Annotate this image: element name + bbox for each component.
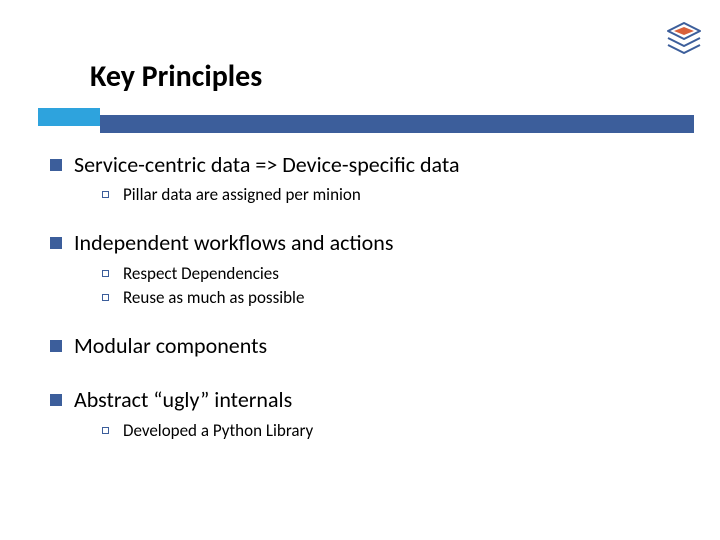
sub-bullet-text: Reuse as much as possible <box>123 287 304 309</box>
square-bullet-icon <box>50 237 62 249</box>
slide: Key Principles Service-centric data => D… <box>0 0 720 540</box>
bullet-text: Service-centric data => Device-specific … <box>74 152 460 178</box>
bullet-text: Independent workflows and actions <box>74 230 393 256</box>
sub-bullet-group: Respect Dependencies Reuse as much as po… <box>102 263 670 309</box>
title-underline <box>0 108 720 132</box>
accent-light-bar <box>38 108 100 126</box>
bullet-level1: Service-centric data => Device-specific … <box>50 152 670 178</box>
square-bullet-icon <box>50 340 62 352</box>
bullet-text: Modular components <box>74 333 267 359</box>
bullet-text: Abstract “ugly” internals <box>74 387 292 413</box>
bullet-level2: Developed a Python Library <box>102 420 670 442</box>
hollow-square-bullet-icon <box>102 191 109 198</box>
sub-bullet-group: Pillar data are assigned per minion <box>102 184 670 206</box>
bullet-level1: Independent workflows and actions <box>50 230 670 256</box>
sub-bullet-text: Developed a Python Library <box>123 420 313 442</box>
accent-dark-bar <box>100 115 694 133</box>
slide-title: Key Principles <box>90 58 262 95</box>
bullet-level1: Abstract “ugly” internals <box>50 387 670 413</box>
stack-logo-icon <box>664 20 704 60</box>
square-bullet-icon <box>50 159 62 171</box>
sub-bullet-text: Respect Dependencies <box>123 263 279 285</box>
hollow-square-bullet-icon <box>102 270 109 277</box>
hollow-square-bullet-icon <box>102 427 109 434</box>
bullet-level2: Respect Dependencies <box>102 263 670 285</box>
sub-bullet-text: Pillar data are assigned per minion <box>123 184 361 206</box>
sub-bullet-group: Developed a Python Library <box>102 420 670 442</box>
content-area: Service-centric data => Device-specific … <box>50 152 670 466</box>
bullet-level2: Pillar data are assigned per minion <box>102 184 670 206</box>
bullet-level2: Reuse as much as possible <box>102 287 670 309</box>
bullet-level1: Modular components <box>50 333 670 359</box>
hollow-square-bullet-icon <box>102 294 109 301</box>
square-bullet-icon <box>50 394 62 406</box>
